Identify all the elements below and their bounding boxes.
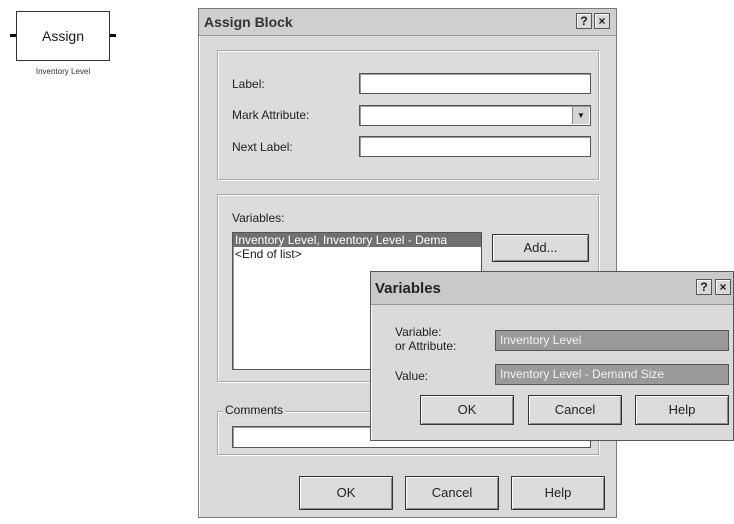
dialog-title: Assign Block [204,14,293,30]
value-label: Value: [395,369,429,383]
variable-label-line1: Variable: [395,325,442,339]
variables-label: Variables: [232,211,285,225]
variables-dialog-title: Variables [375,280,441,297]
next-label-label: Next Label: [232,140,293,154]
ok-button[interactable]: OK [420,395,514,425]
variables-titlebar: Variables ? × [371,272,733,305]
label-label: Label: [232,77,265,91]
next-label-input[interactable] [359,136,591,157]
help-icon[interactable]: ? [576,13,592,29]
cancel-button[interactable]: Cancel [405,476,499,510]
input-port[interactable] [10,34,16,37]
value-field[interactable]: Inventory Level - Demand Size [495,364,729,385]
variables-dialog: Variables ? × Variable: or Attribute: In… [370,271,734,441]
block-label: Assign [41,28,85,44]
mark-attribute-select[interactable]: ▼ [359,105,591,126]
close-icon[interactable]: × [715,279,731,295]
dialog-titlebar: Assign Block ? × [199,9,616,36]
close-icon[interactable]: × [594,13,610,29]
list-item[interactable]: Inventory Level, Inventory Level - Dema [233,233,481,247]
help-button[interactable]: Help [511,476,605,510]
variable-label-line2: or Attribute: [395,339,457,353]
assign-block-dialog: Assign Block ? × Label: Mark Attribute: … [198,8,617,518]
assign-block[interactable]: Assign [10,11,116,61]
variable-label: Variable: or Attribute: [395,325,456,353]
chevron-down-icon[interactable]: ▼ [572,107,589,124]
label-group: Label: Mark Attribute: ▼ Next Label: [217,50,599,180]
help-button[interactable]: Help [635,395,729,425]
variable-field[interactable]: Inventory Level [495,330,729,351]
mark-attribute-label: Mark Attribute: [232,108,310,122]
label-input[interactable] [359,73,591,94]
comments-label: Comments [223,403,286,417]
output-port[interactable] [110,34,116,37]
block-caption: Inventory Level [35,67,91,76]
help-icon[interactable]: ? [696,279,712,295]
cancel-button[interactable]: Cancel [528,395,622,425]
list-item[interactable]: <End of list> [233,247,481,261]
ok-button[interactable]: OK [299,476,393,510]
add-button[interactable]: Add... [492,234,589,262]
